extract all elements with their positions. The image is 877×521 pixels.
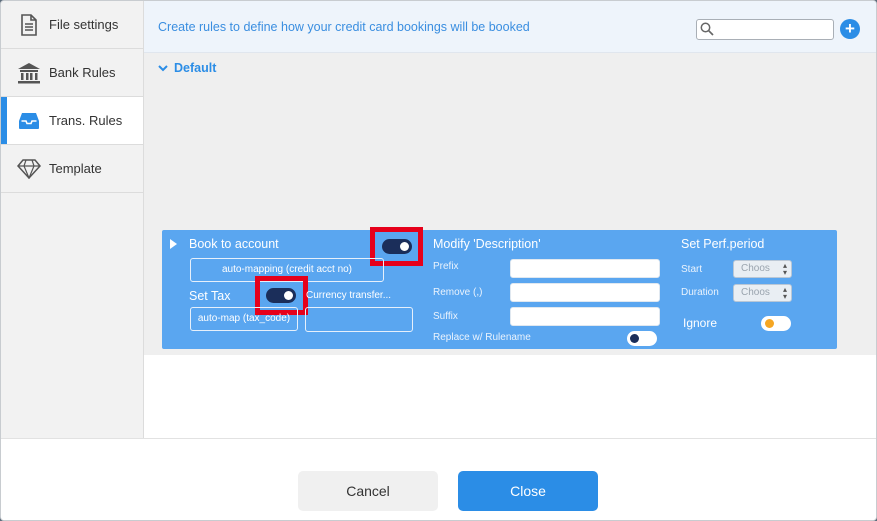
group-default-header[interactable]: Default: [158, 61, 216, 75]
ignore-toggle[interactable]: [761, 316, 791, 331]
modify-description-label: Modify 'Description': [433, 237, 541, 251]
add-rule-button[interactable]: +: [840, 19, 860, 39]
ignore-label: Ignore: [683, 316, 718, 330]
header-bar: Create rules to define how your credit c…: [144, 1, 876, 53]
stepper-arrows-icon: ▴ ▾: [782, 285, 787, 301]
duration-select[interactable]: Choos ▴ ▾: [733, 284, 792, 302]
file-icon: [17, 13, 41, 37]
suffix-label: Suffix: [433, 311, 458, 322]
book-to-account-label: Book to account: [189, 237, 279, 251]
dialog-footer: Cancel Close: [1, 438, 876, 520]
sidebar-item-trans-rules[interactable]: Trans. Rules: [1, 97, 143, 145]
rules-dialog: File settings Bank Rules Trans. Rules Te…: [0, 0, 877, 521]
tax-mapping-value: auto-map (tax_code): [197, 313, 291, 324]
sidebar: File settings Bank Rules Trans. Rules Te…: [1, 1, 144, 438]
sidebar-item-bank-rules[interactable]: Bank Rules: [1, 49, 143, 97]
remove-input[interactable]: [510, 283, 660, 302]
replace-with-rulename-toggle[interactable]: [627, 331, 657, 346]
sidebar-item-template[interactable]: Template: [1, 145, 143, 193]
prefix-input[interactable]: [510, 259, 660, 278]
sidebar-item-label: Trans. Rules: [49, 113, 123, 128]
start-select-value: Choos: [741, 263, 770, 274]
main-panel: Create rules to define how your credit c…: [144, 1, 876, 438]
sidebar-item-file-settings[interactable]: File settings: [1, 1, 143, 49]
search-icon: [700, 22, 714, 41]
close-button[interactable]: Close: [458, 471, 598, 511]
currency-transfer-label: Currency transfer...: [306, 290, 392, 301]
remove-label: Remove (,): [433, 287, 483, 298]
expand-triangle-icon[interactable]: [170, 239, 177, 249]
diamond-icon: [17, 157, 41, 181]
currency-transfer-field[interactable]: [305, 307, 413, 332]
rule-card: Book to account auto-mapping (credit acc…: [162, 227, 837, 349]
set-perf-period-label: Set Perf.period: [681, 237, 765, 251]
bank-icon: [17, 61, 41, 85]
chevron-down-icon: [158, 61, 168, 75]
prefix-label: Prefix: [433, 261, 459, 272]
set-tax-label: Set Tax: [189, 289, 231, 303]
start-label: Start: [681, 264, 703, 275]
duration-select-value: Choos: [741, 287, 770, 298]
group-label: Default: [174, 61, 217, 75]
sidebar-item-label: Bank Rules: [49, 65, 116, 80]
cancel-button[interactable]: Cancel: [298, 471, 438, 511]
plus-icon: +: [845, 19, 855, 38]
replace-with-rulename-label: Replace w/ Rulename: [433, 332, 531, 343]
rules-area: Default Book to account auto-mapping (cr…: [144, 53, 876, 355]
stepper-arrows-icon: ▴ ▾: [782, 261, 787, 277]
account-mapping-value: auto-mapping (credit acct no): [221, 264, 353, 275]
suffix-input[interactable]: [510, 307, 660, 326]
duration-label: Duration: [681, 287, 719, 298]
start-select[interactable]: Choos ▴ ▾: [733, 260, 792, 278]
inbox-icon: [17, 109, 41, 133]
sidebar-item-label: Template: [49, 161, 102, 176]
search-input[interactable]: [696, 19, 834, 40]
tax-mapping-field[interactable]: auto-map (tax_code): [190, 307, 298, 331]
header-description: Create rules to define how your credit c…: [158, 20, 530, 34]
sidebar-item-label: File settings: [49, 17, 119, 32]
